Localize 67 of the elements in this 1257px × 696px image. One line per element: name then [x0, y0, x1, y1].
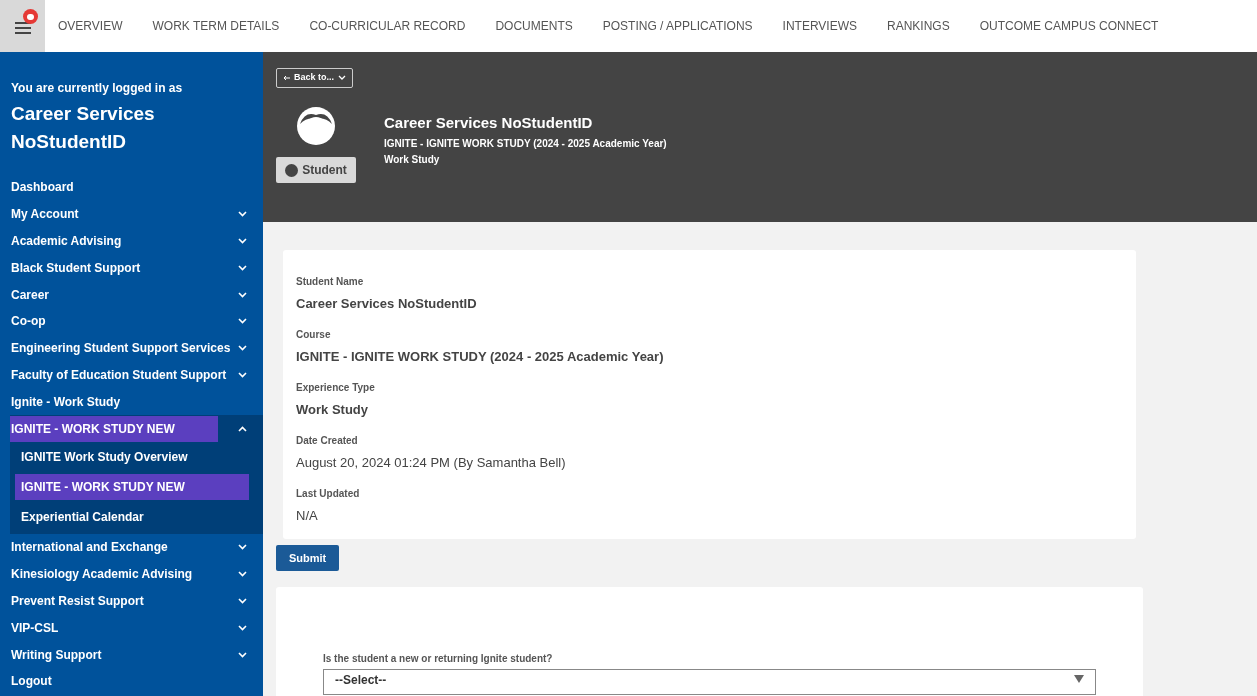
sidebar-item[interactable]: Co-op: [10, 308, 46, 335]
sidebar-item[interactable]: Engineering Student Support Services: [10, 335, 231, 362]
field-value: Career Services NoStudentID: [296, 295, 478, 313]
profile-name: Career Services NoStudentID: [384, 113, 594, 133]
sidebar-item[interactable]: Logout: [10, 668, 52, 695]
avatar-icon: [295, 105, 337, 147]
sidebar-item[interactable]: My Account: [10, 201, 79, 228]
field-label: Date Created: [296, 434, 359, 448]
notification-badge: [23, 9, 38, 24]
field-label: Experience Type: [296, 381, 376, 395]
sidebar-item[interactable]: Academic Advising: [10, 228, 122, 254]
field-value: IGNITE - IGNITE WORK STUDY (2024 - 2025 Academic Year): [296, 348, 665, 366]
back-arrow-icon: [283, 75, 290, 81]
chevron-down-icon: [238, 264, 247, 271]
nav-tab[interactable]: DOCUMENTS: [495, 17, 573, 35]
field-value: N/A: [296, 507, 319, 525]
chevron-down-icon: [238, 544, 247, 551]
chevron-down-icon: [238, 345, 247, 352]
sidebar-subitem[interactable]: IGNITE - WORK STUDY NEW: [15, 473, 249, 500]
sidebar-item[interactable]: Ignite - Work Study: [10, 388, 121, 415]
select-field[interactable]: --Select--: [323, 669, 1096, 695]
sidebar-item[interactable]: Writing Support: [10, 641, 102, 668]
chevron-down-icon: [238, 624, 247, 631]
submit-button[interactable]: Submit: [276, 545, 340, 571]
sidebar-subitem[interactable]: Experiential Calendar: [15, 503, 249, 530]
chevron-down-icon: [238, 238, 247, 244]
menu-icon: [13, 21, 32, 35]
field-label: Last Updated: [296, 487, 361, 501]
nav-tab[interactable]: POSTING / APPLICATIONS: [602, 17, 753, 35]
user-name: Career Services NoStudentID: [10, 102, 156, 154]
nav-tab[interactable]: RANKINGS: [887, 17, 950, 35]
chevron-down-icon: [238, 371, 247, 378]
chevron-up-icon: [238, 425, 247, 432]
sidebar-item[interactable]: International and Exchange: [10, 534, 168, 561]
nav-tab[interactable]: OUTCOME CAMPUS CONNECT: [979, 17, 1159, 35]
caret-icon: [338, 75, 346, 81]
sidebar-item[interactable]: IGNITE - WORK STUDY NEW: [10, 415, 218, 442]
field-value: August 20, 2024 01:24 PM (By Samantha Bell): [296, 454, 567, 472]
sidebar-item[interactable]: Career: [10, 281, 50, 308]
dropdown-arrow-icon: [1074, 675, 1084, 683]
nav-tab[interactable]: CO-CURRICULAR RECORD: [309, 17, 466, 35]
sidebar-item[interactable]: Dashboard: [10, 174, 74, 201]
nav-tab[interactable]: WORK TERM DETAILS: [152, 17, 280, 35]
experience-subtitle: Work Study: [384, 152, 441, 167]
nav-tab[interactable]: OVERVIEW: [58, 17, 123, 35]
sidebar-item[interactable]: Kinesiology Academic Advising: [10, 561, 193, 588]
question-label: Is the student a new or returning Ignite student?: [323, 652, 554, 666]
field-value: Work Study: [296, 401, 369, 419]
back-button[interactable]: Back to...: [276, 68, 353, 88]
chevron-down-icon: [238, 318, 247, 325]
menu-button[interactable]: [0, 0, 45, 52]
role-badge: Student: [276, 157, 356, 183]
chevron-down-icon: [238, 211, 247, 218]
sidebar-subitem[interactable]: IGNITE Work Study Overview: [15, 443, 249, 470]
field-label: Student Name: [296, 275, 365, 289]
chevron-down-icon: [238, 291, 247, 298]
logged-in-label: You are currently logged in as: [10, 80, 184, 97]
sidebar-item[interactable]: Faculty of Education Student Support: [10, 361, 227, 388]
sidebar-item[interactable]: VIP-CSL: [10, 614, 59, 641]
nav-tab[interactable]: INTERVIEWS: [782, 17, 857, 35]
sidebar-item[interactable]: Black Student Support: [10, 254, 141, 281]
chevron-down-icon: [238, 571, 247, 578]
sidebar-item[interactable]: Prevent Resist Support: [10, 587, 144, 614]
course-subtitle: IGNITE - IGNITE WORK STUDY (2024 - 2025 Academic Year): [384, 136, 667, 151]
chevron-down-icon: [238, 597, 247, 604]
chevron-down-icon: [238, 651, 247, 658]
field-label: Course: [296, 328, 332, 342]
